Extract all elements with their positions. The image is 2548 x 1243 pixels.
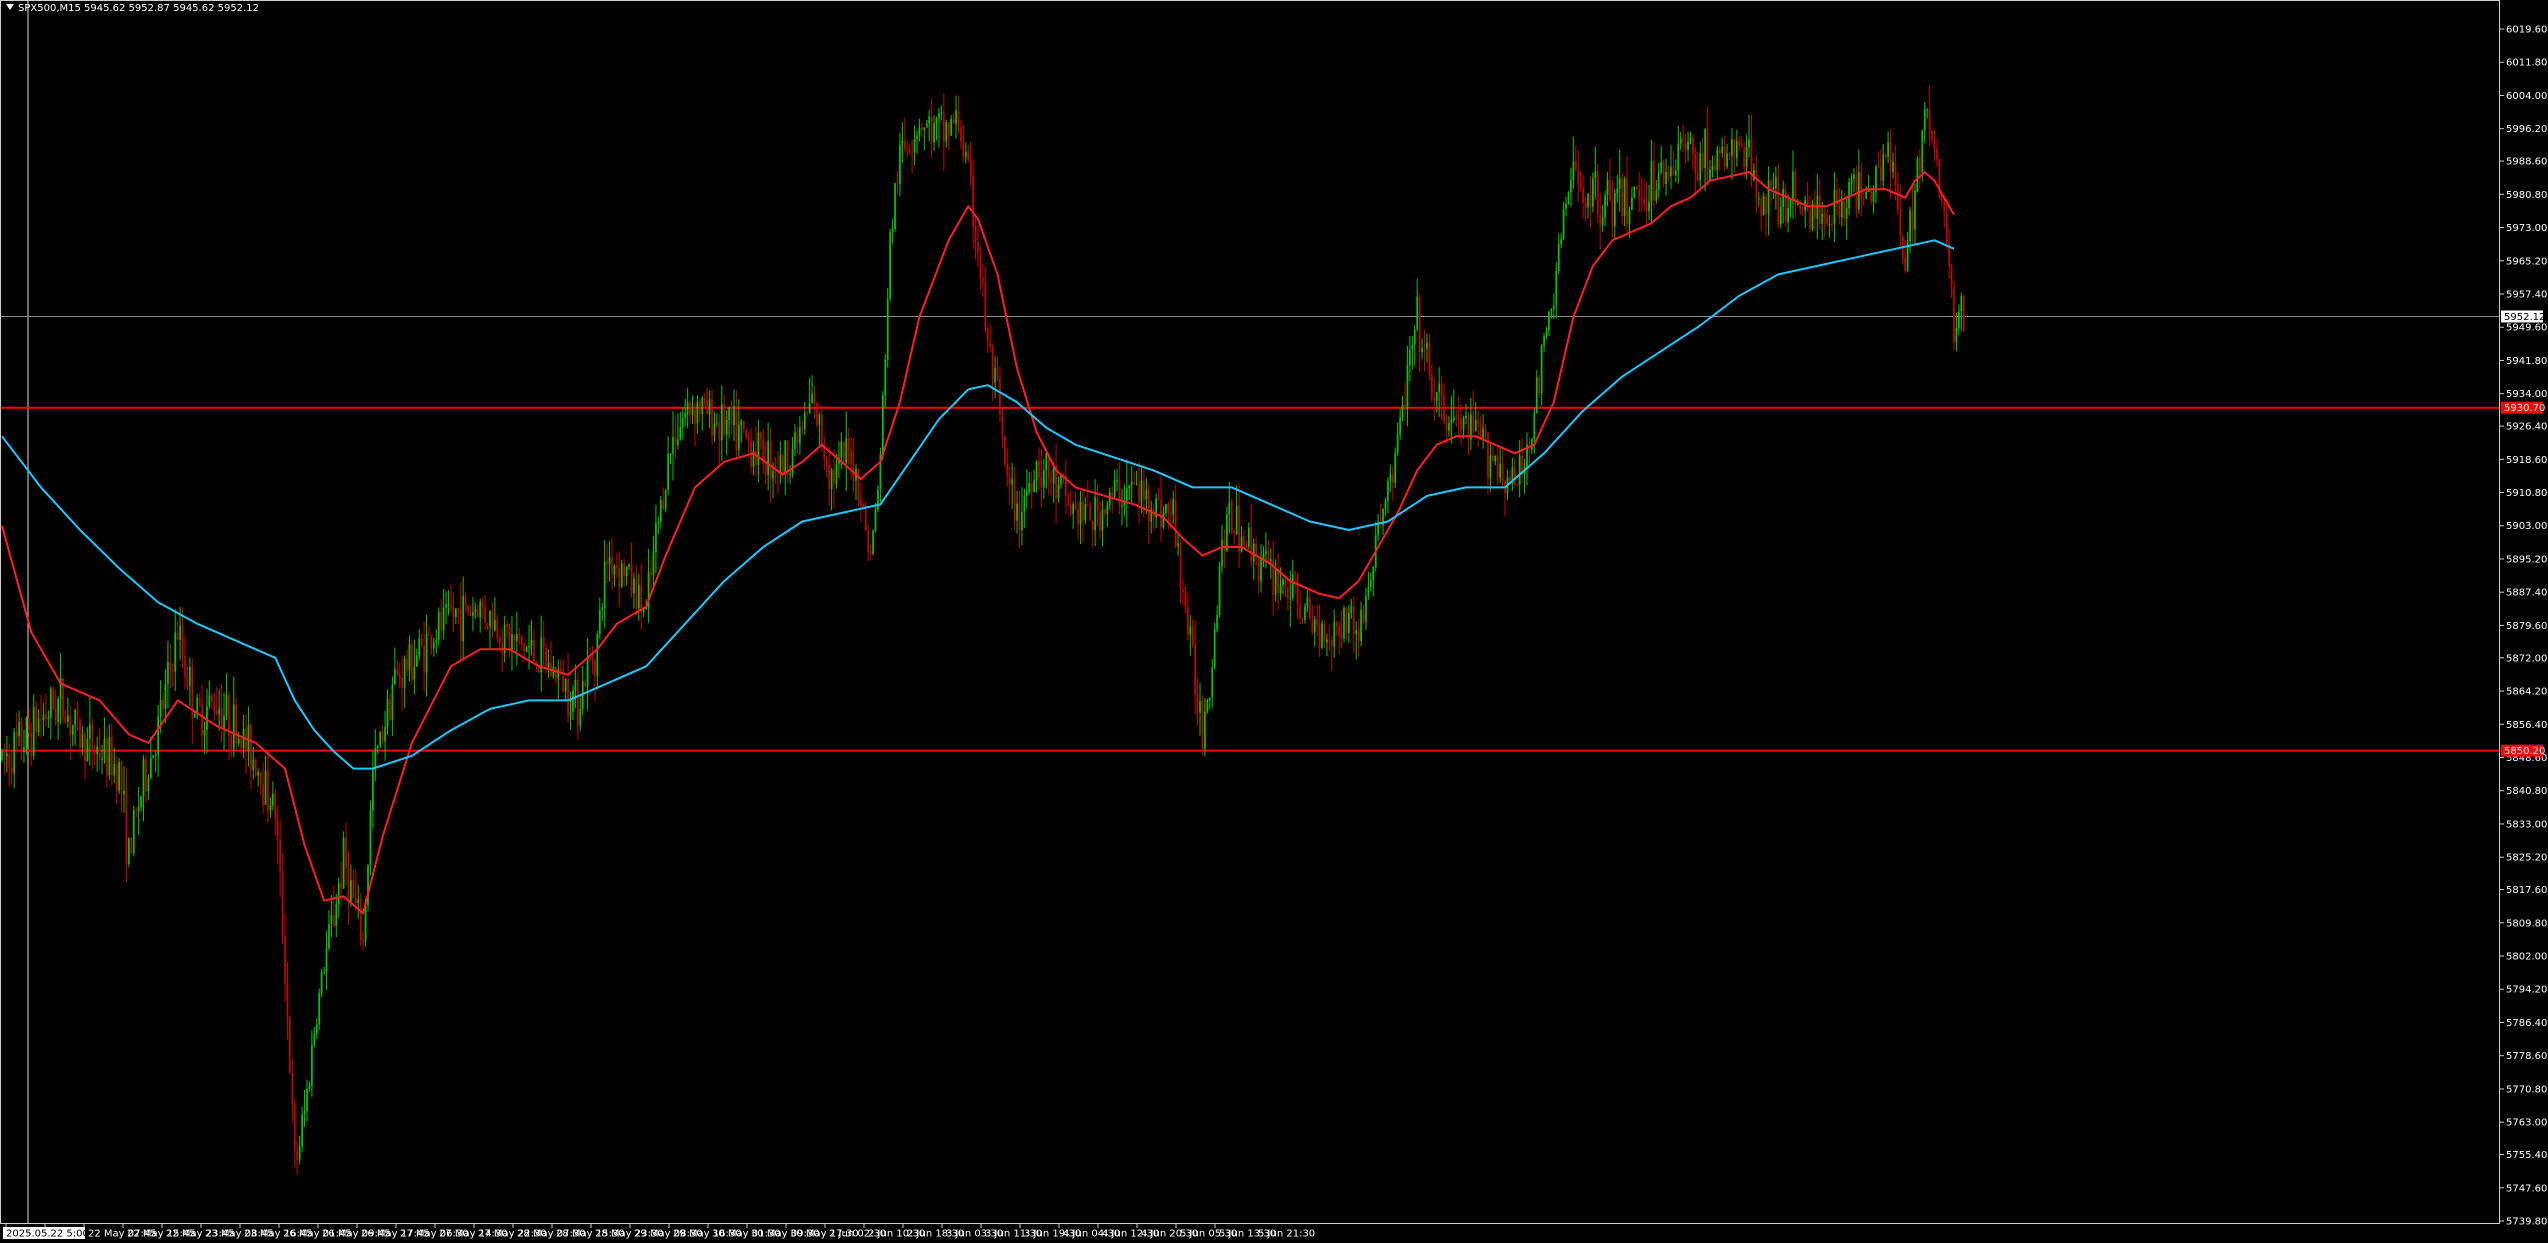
price-tick-label: 5786.40 — [2506, 1018, 2547, 1029]
price-tick-label: 5879.60 — [2506, 621, 2547, 632]
price-tick-label: 5910.80 — [2506, 488, 2547, 499]
time-cursor-label: 2025.05.22 5:00 — [6, 1229, 89, 1240]
price-tick-label: 6004.00 — [2506, 91, 2547, 102]
price-tick-label: 5965.20 — [2506, 256, 2547, 267]
price-tick-label: 5802.00 — [2506, 952, 2547, 963]
price-tick-label: 5770.80 — [2506, 1084, 2547, 1095]
price-tick-label: 5903.00 — [2506, 521, 2547, 532]
symbol-info: SPX500,M15 5945.62 5952.87 5945.62 5952.… — [6, 3, 259, 14]
price-tick-label: 5996.20 — [2506, 124, 2547, 135]
price-tick-label: 5840.80 — [2506, 786, 2547, 797]
price-tick-label: 5864.20 — [2506, 687, 2547, 698]
time-tick-label: 5 Jun 21:30 — [1258, 1229, 1315, 1240]
price-tick-label: 5980.80 — [2506, 190, 2547, 201]
collapse-triangle-icon[interactable] — [6, 4, 14, 10]
price-tick-label: 5934.00 — [2506, 389, 2547, 400]
price-tick-label: 5747.60 — [2506, 1183, 2547, 1194]
price-tick-label: 5794.20 — [2506, 985, 2547, 996]
price-tick-label: 5755.40 — [2506, 1150, 2547, 1161]
price-tick-label: 5872.00 — [2506, 653, 2547, 664]
price-tick-label: 5926.40 — [2506, 422, 2547, 433]
plot-frame — [0, 0, 2500, 1224]
price-tick-label: 5778.60 — [2506, 1051, 2547, 1062]
price-tick-label: 6011.80 — [2506, 58, 2547, 69]
price-tick-label: 6019.60 — [2506, 25, 2547, 36]
price-tick-label: 5856.40 — [2506, 720, 2547, 731]
price-tick-label: 5763.00 — [2506, 1118, 2547, 1129]
hline-price-tag-1: 5930.70 — [2504, 403, 2545, 414]
price-tick-label: 5833.00 — [2506, 819, 2547, 830]
price-tick-label: 5949.60 — [2506, 323, 2547, 334]
price-tick-label: 5973.00 — [2506, 223, 2547, 234]
chart-window[interactable]: 6019.60 6011.80 6004.00 5996.20 5988.60 5980.… — [0, 0, 2548, 1243]
price-tick-label: 5957.40 — [2506, 289, 2547, 300]
price-tick-label: 5825.20 — [2506, 853, 2547, 864]
price-tick-label: 5887.40 — [2506, 588, 2547, 599]
price-tick-label: 5988.60 — [2506, 157, 2547, 168]
hline-price-tag-2: 5850.20 — [2504, 746, 2545, 757]
last-price-tag: 5952.12 — [2504, 312, 2545, 323]
price-tick-label: 5809.80 — [2506, 918, 2547, 929]
price-tick-label: 5918.60 — [2506, 455, 2547, 466]
price-tick-label: 5817.60 — [2506, 885, 2547, 896]
price-tick-label: 5895.20 — [2506, 554, 2547, 565]
price-tick-label: 5941.80 — [2506, 356, 2547, 367]
symbol-line: SPX500,M15 5945.62 5952.87 5945.62 5952.… — [18, 3, 259, 14]
price-tick-label: 5739.80 — [2506, 1217, 2547, 1228]
